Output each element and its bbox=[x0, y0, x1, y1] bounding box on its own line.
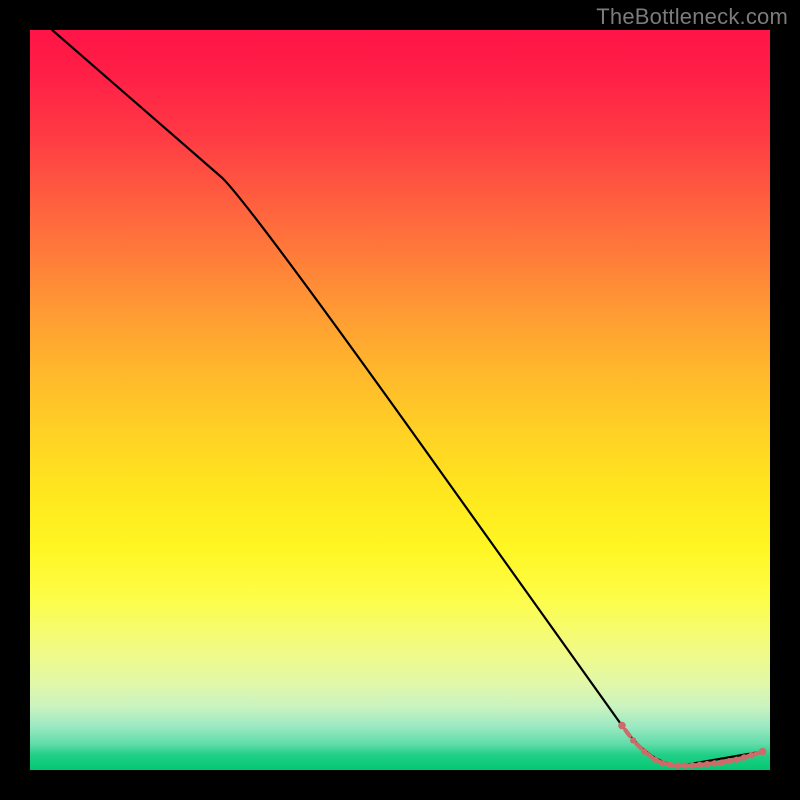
chart-overlay bbox=[30, 30, 770, 770]
watermark-text: TheBottleneck.com bbox=[596, 4, 788, 30]
plot-area bbox=[30, 30, 770, 770]
data-dash bbox=[636, 744, 640, 748]
data-dash bbox=[755, 753, 759, 754]
data-dash bbox=[648, 754, 652, 757]
data-dash bbox=[625, 730, 629, 736]
bottleneck-curve bbox=[52, 30, 762, 766]
data-markers bbox=[618, 722, 766, 769]
data-point bbox=[759, 748, 767, 756]
chart-stage: TheBottleneck.com bbox=[0, 0, 800, 800]
